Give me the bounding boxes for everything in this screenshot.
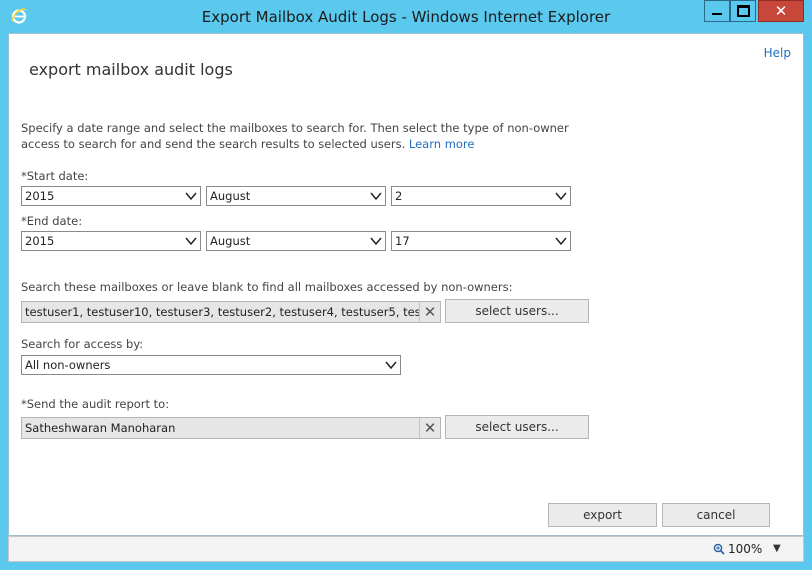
window-title: Export Mailbox Audit Logs - Windows Inte… xyxy=(201,8,611,26)
chevron-down-icon xyxy=(370,237,382,246)
help-link[interactable]: Help xyxy=(764,46,791,60)
minimize-button[interactable] xyxy=(704,0,730,22)
clear-mailboxes-button[interactable]: ✕ xyxy=(419,302,440,322)
select-recipients-button[interactable]: select users... xyxy=(445,415,589,439)
close-icon: ✕ xyxy=(774,2,788,20)
close-icon: ✕ xyxy=(423,419,437,437)
status-bar: 100% ▼ xyxy=(8,536,804,562)
access-label: Search for access by: xyxy=(21,337,144,351)
select-mailboxes-button[interactable]: select users... xyxy=(445,299,589,323)
chevron-down-icon xyxy=(185,237,197,246)
end-day-value: 17 xyxy=(395,234,410,248)
maximize-button[interactable] xyxy=(730,0,756,22)
chevron-down-icon xyxy=(370,192,382,201)
start-date-label: *Start date: xyxy=(21,169,89,183)
close-button[interactable]: ✕ xyxy=(758,0,804,22)
access-select[interactable]: All non-owners xyxy=(21,355,401,375)
chevron-down-icon xyxy=(385,361,397,370)
minimize-icon xyxy=(712,13,722,15)
page-title: export mailbox audit logs xyxy=(29,60,233,79)
chevron-down-icon xyxy=(555,192,567,201)
start-day-select[interactable]: 2 xyxy=(391,186,571,206)
start-month-select[interactable]: August xyxy=(206,186,386,206)
zoom-control[interactable]: 100% xyxy=(713,542,762,556)
title-bar: Export Mailbox Audit Logs - Windows Inte… xyxy=(0,0,812,32)
end-day-select[interactable]: 17 xyxy=(391,231,571,251)
browser-window: Export Mailbox Audit Logs - Windows Inte… xyxy=(0,0,812,570)
mailboxes-value: testuser1, testuser10, testuser3, testus… xyxy=(25,305,441,319)
end-date-label: *End date: xyxy=(21,214,83,228)
dialog-content: Help export mailbox audit logs Specify a… xyxy=(8,33,804,536)
description: Specify a date range and select the mail… xyxy=(21,120,591,152)
start-year-value: 2015 xyxy=(25,189,55,203)
end-year-value: 2015 xyxy=(25,234,55,248)
start-year-select[interactable]: 2015 xyxy=(21,186,201,206)
zoom-icon xyxy=(713,543,725,555)
end-month-value: August xyxy=(210,234,251,248)
chevron-down-icon xyxy=(185,192,197,201)
mailboxes-label: Search these mailboxes or leave blank to… xyxy=(21,280,513,294)
close-icon: ✕ xyxy=(423,303,437,321)
end-month-select[interactable]: August xyxy=(206,231,386,251)
learn-more-link[interactable]: Learn more xyxy=(409,137,475,151)
report-label: *Send the audit report to: xyxy=(21,397,170,411)
access-value: All non-owners xyxy=(25,358,111,372)
zoom-level: 100% xyxy=(728,542,763,556)
chevron-down-icon xyxy=(555,237,567,246)
zoom-dropdown-icon[interactable]: ▼ xyxy=(773,543,781,554)
report-recipient-value: Satheshwaran Manoharan xyxy=(25,421,176,435)
report-recipient-field[interactable]: Satheshwaran Manoharan ✕ xyxy=(21,417,441,439)
start-month-value: August xyxy=(210,189,251,203)
description-text: Specify a date range and select the mail… xyxy=(21,121,569,151)
maximize-icon xyxy=(736,5,750,17)
export-button[interactable]: export xyxy=(548,503,657,527)
start-day-value: 2 xyxy=(395,189,403,203)
cancel-button[interactable]: cancel xyxy=(662,503,770,527)
end-year-select[interactable]: 2015 xyxy=(21,231,201,251)
mailboxes-field[interactable]: testuser1, testuser10, testuser3, testus… xyxy=(21,301,441,323)
clear-recipient-button[interactable]: ✕ xyxy=(419,418,440,438)
